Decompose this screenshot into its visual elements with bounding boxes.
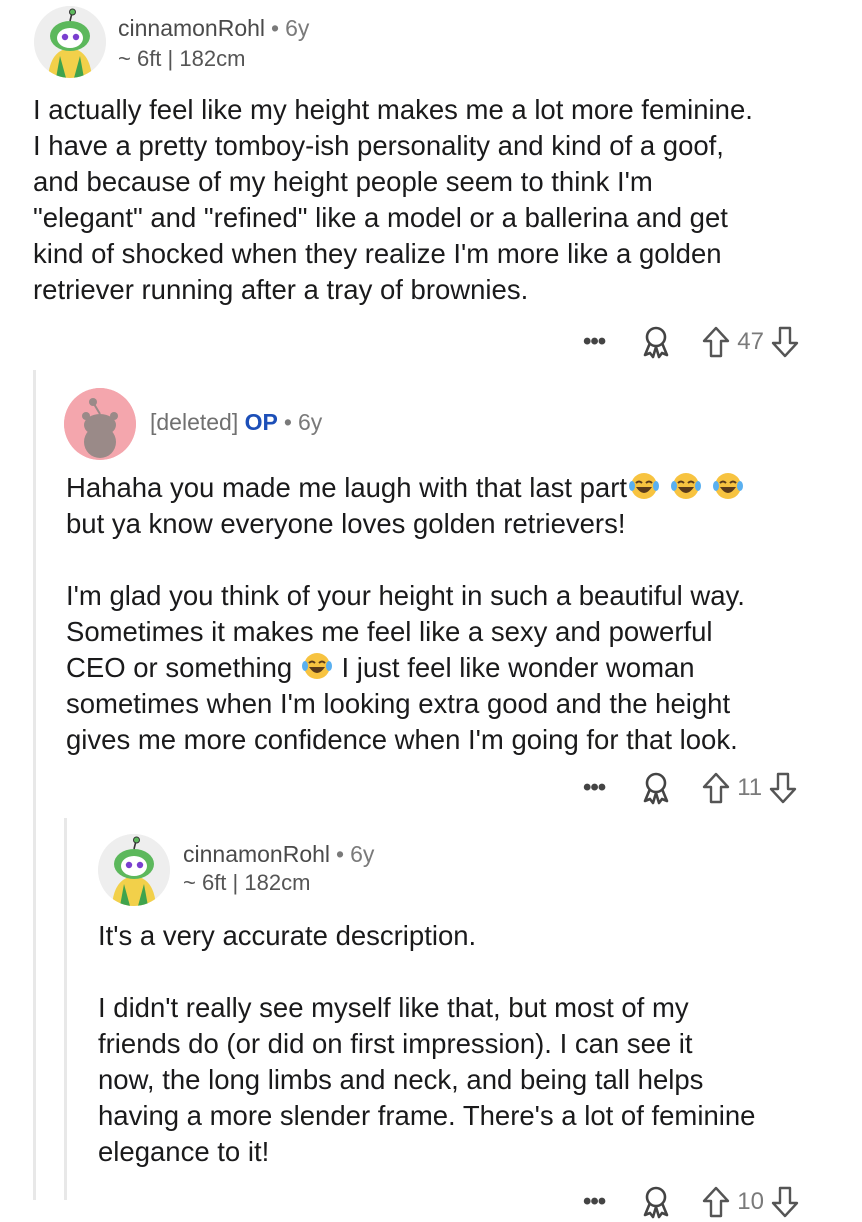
user-avatar[interactable]: [98, 834, 170, 906]
snoo-avatar-icon: [98, 834, 170, 906]
body-text: Hahaha you made me laugh with that last …: [66, 472, 628, 503]
body-line: now, the long limbs and neck, and being …: [98, 1064, 704, 1095]
body-line: but ya know everyone loves golden retrie…: [66, 508, 626, 539]
comment-meta: [deleted] OP • 6y: [150, 408, 322, 436]
vote-score: 47: [737, 328, 764, 355]
body-line: friends do (or did on first impression).…: [98, 1028, 693, 1059]
upvote-icon[interactable]: [701, 1185, 731, 1219]
comment-age: 6y: [350, 841, 375, 867]
body-line: "elegant" and "refined" like a model or …: [33, 202, 728, 233]
body-line: Sometimes it makes me feel like a sexy a…: [66, 616, 713, 647]
laughing-tears-emoji-icon: [671, 473, 702, 499]
body-line: I didn't really see myself like that, bu…: [98, 992, 689, 1023]
body-line: kind of shocked when they realize I'm mo…: [33, 238, 722, 269]
comment-meta: cinnamonRohl • 6y: [118, 14, 309, 42]
downvote-icon[interactable]: [770, 325, 800, 359]
body-line: CEO or something I just feel like wonder…: [66, 650, 745, 686]
laughing-tears-emoji-icon: [629, 473, 660, 499]
user-flair: ~ 6ft | 182cm: [183, 870, 311, 895]
award-icon[interactable]: [639, 325, 673, 359]
body-line: having a more slender frame. There's a l…: [98, 1100, 756, 1131]
vote-score: 10: [737, 1188, 764, 1215]
separator-dot: •: [283, 409, 292, 435]
body-line: I'm glad you think of your height in suc…: [66, 580, 745, 611]
body-line: sometimes when I'm looking extra good an…: [66, 688, 731, 719]
body-line: It's a very accurate description.: [98, 920, 477, 951]
upvote-icon[interactable]: [701, 771, 731, 805]
user-flair: ~ 6ft | 182cm: [118, 46, 246, 71]
author-name[interactable]: cinnamonRohl: [183, 841, 330, 867]
body-line: gives me more confidence when I'm going …: [66, 724, 738, 755]
more-options-button[interactable]: •••: [583, 774, 606, 802]
snoo-deleted-icon: [64, 388, 136, 460]
laughing-tears-emoji-icon: [713, 473, 744, 499]
body-text: I just feel like wonder woman: [333, 652, 695, 683]
body-line: retriever running after a tray of browni…: [33, 274, 529, 305]
body-line: I actually feel like my height makes me …: [33, 94, 753, 125]
comment-meta: cinnamonRohl • 6y: [183, 840, 374, 868]
comment-age: 6y: [297, 409, 323, 435]
more-options-button[interactable]: •••: [583, 328, 606, 356]
comment-actions: ••• 47: [583, 322, 800, 362]
body-line: and because of my height people seem to …: [33, 166, 653, 197]
comment-2: [deleted] OP • 6y Hahaha you made me laugh…: [0, 370, 862, 818]
award-icon[interactable]: [639, 1185, 673, 1219]
author-name: [deleted]: [150, 409, 239, 435]
user-avatar[interactable]: [34, 6, 106, 78]
more-options-button[interactable]: •••: [583, 1188, 606, 1216]
award-icon[interactable]: [639, 771, 673, 805]
deleted-user-avatar: [64, 388, 136, 460]
body-line: I have a pretty tomboy-ish personality a…: [33, 130, 724, 161]
author-name[interactable]: cinnamonRohl: [118, 15, 265, 41]
body-line: elegance to it!: [98, 1136, 270, 1167]
comment-body: It's a very accurate description. I didn…: [98, 918, 755, 1170]
separator-dot: •: [271, 15, 280, 41]
comment-3: cinnamonRohl • 6y ~ 6ft | 182cm It's a ver…: [0, 818, 862, 1219]
comment-actions: ••• 11: [583, 768, 798, 808]
upvote-icon[interactable]: [701, 325, 731, 359]
downvote-icon[interactable]: [770, 1185, 800, 1219]
comment-age: 6y: [285, 15, 310, 41]
laughing-tears-emoji-icon: [301, 653, 332, 679]
vote-score: 11: [737, 774, 763, 801]
comment-body: I actually feel like my height makes me …: [33, 92, 753, 308]
op-badge: OP: [244, 409, 278, 435]
body-text: CEO or something: [66, 652, 300, 683]
comment-actions: ••• 10: [583, 1182, 800, 1222]
comment-1: cinnamonRohl • 6y ~ 6ft | 182cm I actually…: [0, 0, 862, 370]
comment-body: Hahaha you made me laugh with that last …: [66, 470, 745, 758]
downvote-icon[interactable]: [768, 771, 798, 805]
snoo-avatar-icon: [34, 6, 106, 78]
body-line: Hahaha you made me laugh with that last …: [66, 470, 745, 506]
separator-dot: •: [336, 841, 345, 867]
